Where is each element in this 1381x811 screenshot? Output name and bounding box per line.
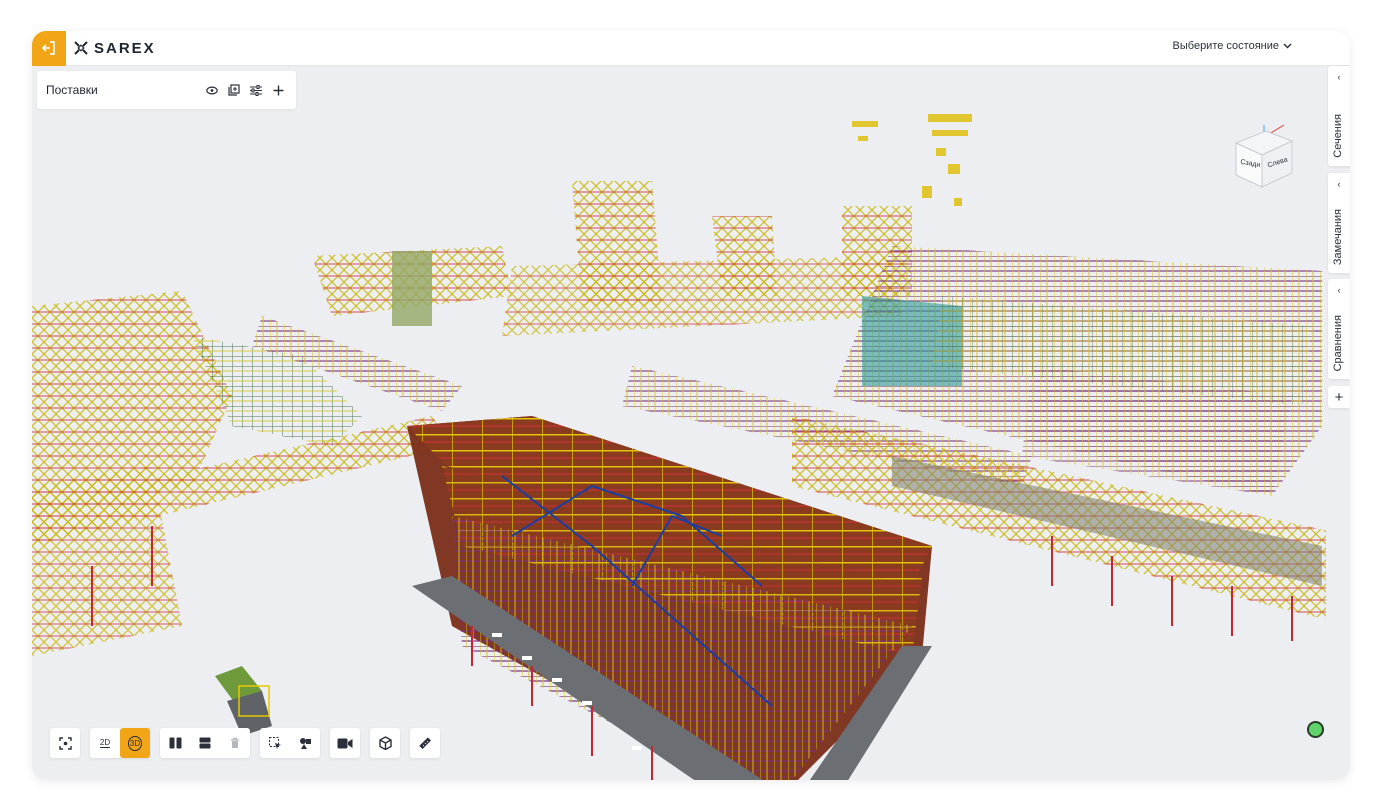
chevron-down-icon	[1283, 43, 1292, 49]
eye-icon[interactable]	[204, 82, 220, 98]
focus-button[interactable]	[50, 728, 80, 758]
app-window: SAREX Выберите состояние Поставки Сзади …	[32, 31, 1350, 780]
top-bar: SAREX Выберите состояние	[32, 31, 1350, 66]
chevron-left-icon: ‹	[1337, 179, 1341, 189]
add-panel-button[interactable]: +	[1328, 386, 1350, 408]
state-select-label: Выберите состояние	[1172, 40, 1279, 52]
exit-button[interactable]	[32, 31, 66, 66]
mode-3d-button[interactable]: 3D	[120, 728, 150, 758]
bottom-toolbar: 2D 3D	[50, 728, 440, 758]
ruler-icon	[419, 737, 432, 750]
tab-comparisons[interactable]: ‹ Сравнения	[1328, 279, 1350, 379]
tab-remarks-label: Замечания	[1332, 208, 1344, 265]
split-vertical-icon	[169, 737, 181, 749]
panel-title: Поставки	[46, 83, 98, 97]
state-select[interactable]: Выберите состояние	[1173, 40, 1292, 52]
plus-icon[interactable]	[270, 82, 286, 98]
chevron-left-icon: ‹	[1337, 285, 1341, 295]
right-rail: ‹ Сечения ‹ Замечания ‹ Сравнения +	[1328, 66, 1350, 780]
navigation-cube[interactable]: Сзади Слева	[1228, 121, 1298, 193]
tab-remarks[interactable]: ‹ Замечания	[1328, 173, 1350, 273]
sliders-icon[interactable]	[248, 82, 264, 98]
cube-view-button[interactable]	[370, 728, 400, 758]
objects-button[interactable]	[290, 728, 320, 758]
copy-add-icon[interactable]	[226, 82, 242, 98]
status-indicator	[1307, 721, 1324, 738]
split-horizontal-icon	[199, 737, 211, 749]
chevron-left-icon: ‹	[1337, 72, 1341, 82]
focus-icon	[58, 736, 72, 750]
logo: SAREX	[74, 40, 156, 57]
measure-button[interactable]	[410, 728, 440, 758]
plus-icon: +	[1334, 388, 1344, 406]
split-vertical-button[interactable]	[160, 728, 190, 758]
select-area-button[interactable]	[260, 728, 290, 758]
delete-button[interactable]	[220, 728, 250, 758]
tab-sections-label: Сечения	[1332, 114, 1344, 158]
mode-2d-label: 2D	[99, 738, 111, 748]
tab-comparisons-label: Сравнения	[1332, 314, 1344, 371]
objects-icon	[299, 737, 311, 749]
split-horizontal-button[interactable]	[190, 728, 220, 758]
logo-mark-icon	[74, 41, 88, 55]
trash-icon	[231, 737, 239, 748]
cube-icon	[378, 736, 392, 750]
camera-button[interactable]	[330, 728, 360, 758]
mode-3d-label: 3D	[127, 735, 143, 751]
deliveries-panel: Поставки	[37, 71, 296, 109]
logo-text: SAREX	[94, 39, 156, 57]
select-area-icon	[268, 736, 281, 749]
tab-sections[interactable]: ‹ Сечения	[1328, 66, 1350, 166]
video-camera-icon	[337, 738, 353, 748]
exit-icon	[41, 41, 55, 55]
mode-2d-button[interactable]: 2D	[90, 728, 120, 758]
model-viewport[interactable]	[32, 66, 1326, 780]
3d-model-scene[interactable]	[32, 66, 1326, 780]
